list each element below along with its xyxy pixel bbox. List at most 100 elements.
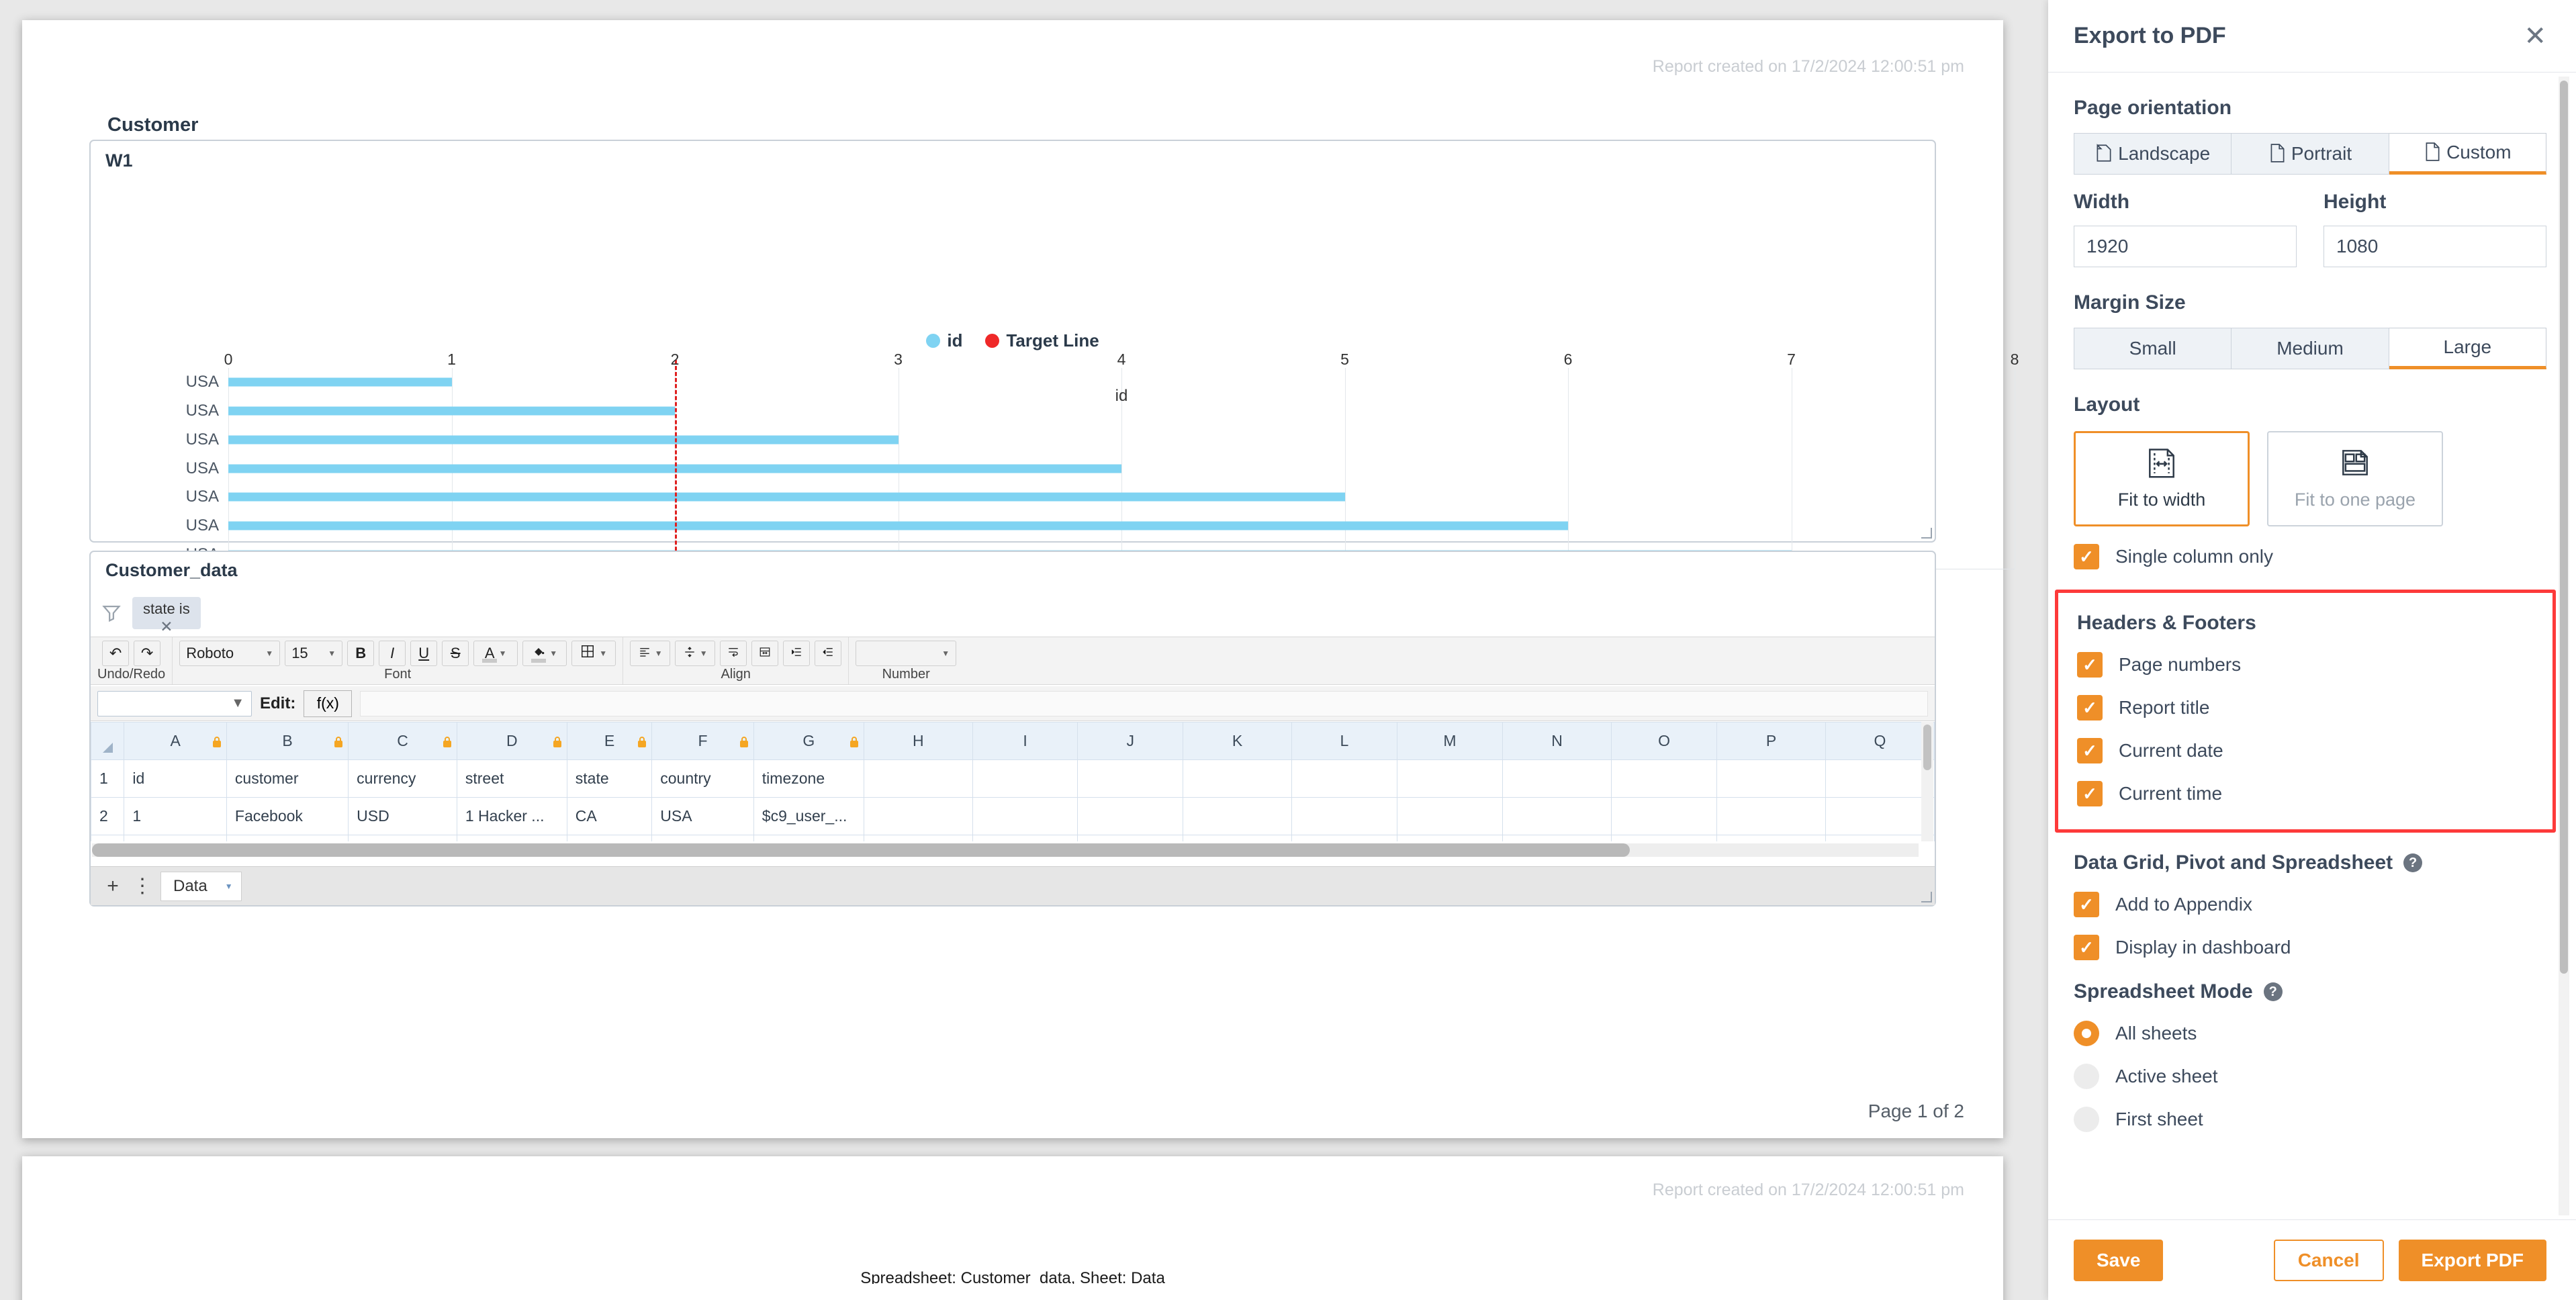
margin-option-small[interactable]: Small [2074,328,2232,369]
all-sheets-radio[interactable] [2074,1021,2099,1046]
grid-cell[interactable] [1291,835,1397,841]
spreadsheet-toolbar[interactable]: ↶ ↷ Undo/Redo Roboto ▼ 15 ▼ B I U S A ▼ … [91,637,1935,685]
grid-cell[interactable]: MN [566,835,653,841]
grid-cell[interactable]: CA [566,797,653,835]
spreadsheet-grid[interactable]: A B C D E F G H I J K L M N O P Q 1 id customer currency stre… [91,722,1935,841]
redo-button[interactable]: ↷ [134,641,161,666]
grid-vertical-scroll-thumb[interactable] [1923,725,1931,770]
spreadsheet-widget[interactable]: Customer_data state is ✕ ↶ ↷ Undo/Redo R… [89,551,1936,907]
vertical-align-button[interactable]: ▼ [675,641,716,666]
help-icon[interactable]: ? [2403,853,2423,872]
grid-cell[interactable] [1716,835,1826,841]
grid-cell[interactable] [1183,797,1292,835]
column-header-o[interactable]: O [1610,722,1718,760]
grid-cell[interactable]: Target [226,835,349,841]
page-orientation-segmented-control[interactable]: Landscape Portrait Custom [2074,133,2546,175]
grid-cell[interactable]: $c9_user_... [753,835,864,841]
grid-cell[interactable] [1291,797,1397,835]
grid-cell[interactable] [1825,835,1935,841]
strikethrough-button[interactable]: S [442,641,469,666]
header-footer-row-page-numbers[interactable]: ✓ Page numbers [2077,652,2534,678]
header-footer-row-report-title[interactable]: ✓ Report title [2077,695,2534,721]
grid-cell[interactable] [1396,797,1504,835]
data-grid-row-display-in-dashboard[interactable]: ✓ Display in dashboard [2074,935,2546,960]
grid-cell[interactable]: timezone [753,759,864,798]
grid-cell[interactable]: 1 [124,797,227,835]
borders-button[interactable]: ▼ [571,641,616,666]
column-header-e[interactable]: E [566,722,653,760]
grid-cell[interactable]: 2 [124,835,227,841]
chart-resize-handle[interactable] [1921,528,1932,539]
column-header-i[interactable]: I [972,722,1078,760]
grid-cell[interactable]: 1000 Nico... [456,835,567,841]
sheet-tab-bar[interactable]: + ⋮ Data ▼ [91,866,1935,905]
bold-button[interactable]: B [347,641,375,666]
column-header-m[interactable]: M [1396,722,1504,760]
grid-cell[interactable] [1077,759,1184,798]
column-header-k[interactable]: K [1183,722,1292,760]
column-header-n[interactable]: N [1502,722,1612,760]
fill-color-button[interactable]: ▼ [522,641,567,666]
font-size-select[interactable]: 15 ▼ [285,641,343,666]
sheet-menu-button[interactable]: ⋮ [131,874,154,898]
column-header-h[interactable]: H [863,722,973,760]
grid-cell[interactable] [1502,797,1612,835]
grid-cell[interactable]: USD [348,797,457,835]
column-header-q[interactable]: Q [1825,722,1935,760]
grid-cell[interactable]: state [566,759,653,798]
underline-button[interactable]: U [410,641,438,666]
grid-cell[interactable]: USA [651,797,754,835]
grid-cell[interactable] [1077,797,1184,835]
row-header[interactable]: 2 [91,797,125,835]
grid-cell[interactable] [1183,835,1292,841]
orientation-option-landscape[interactable]: Landscape [2074,133,2232,175]
width-input[interactable]: 1920 [2074,226,2297,267]
single-column-only-checkbox[interactable]: ✓ [2074,544,2099,569]
grid-cell[interactable] [1716,759,1826,798]
page-numbers-checkbox[interactable]: ✓ [2077,652,2103,678]
grid-cell[interactable] [1183,759,1292,798]
italic-button[interactable]: I [379,641,406,666]
formula-input[interactable] [360,690,1928,716]
single-column-only-row[interactable]: ✓ Single column only [2074,544,2546,569]
report-title-checkbox[interactable]: ✓ [2077,695,2103,721]
grid-cell[interactable] [1610,835,1718,841]
help-icon[interactable]: ? [2263,982,2283,1001]
column-header-p[interactable]: P [1716,722,1826,760]
grid-horizontal-scrollbar[interactable] [92,843,1919,857]
grid-cell[interactable] [863,759,973,798]
column-header-a[interactable]: A [124,722,227,760]
cell-name-box[interactable]: ▼ [97,690,252,716]
column-header-j[interactable]: J [1077,722,1184,760]
spreadsheet-resize-handle[interactable] [1921,892,1932,902]
merge-cells-button[interactable] [751,641,779,666]
spreadsheet-table[interactable]: A B C D E F G H I J K L M N O P Q 1 id customer currency stre… [91,722,1935,841]
spreadsheet-mode-row-active-sheet[interactable]: Active sheet [2074,1064,2546,1089]
grid-cell[interactable] [1502,759,1612,798]
grid-cell[interactable]: customer [226,759,349,798]
grid-vertical-scrollbar[interactable] [1921,722,1933,841]
grid-cell[interactable] [1610,797,1718,835]
layout-option-fit-to-width[interactable]: Fit to width [2074,431,2250,526]
filter-chip-state[interactable]: state is ✕ [132,597,201,635]
header-footer-row-current-date[interactable]: ✓ Current date [2077,738,2534,763]
export-pdf-button[interactable]: Export PDF [2398,1239,2546,1281]
chevron-down-icon[interactable]: ▼ [225,882,233,891]
current-date-checkbox[interactable]: ✓ [2077,738,2103,763]
font-family-select[interactable]: Roboto ▼ [179,641,281,666]
spreadsheet-mode-row-all-sheets[interactable]: All sheets [2074,1021,2546,1046]
select-all-corner[interactable] [91,722,125,760]
grid-cell[interactable] [1716,797,1826,835]
display-in-dashboard-checkbox[interactable]: ✓ [2074,935,2099,960]
formula-bar[interactable]: ▼ Edit: f(x) [91,686,1935,721]
table-row[interactable]: 1 id customer currency street state country tim… [91,759,1935,798]
grid-cell[interactable] [972,835,1078,841]
undo-button[interactable]: ↶ [102,641,130,666]
grid-cell[interactable] [1396,835,1504,841]
header-footer-row-current-time[interactable]: ✓ Current time [2077,781,2534,806]
grid-cell[interactable] [1825,797,1935,835]
increase-indent-button[interactable] [783,641,811,666]
height-input[interactable]: 1080 [2324,226,2546,267]
grid-cell[interactable]: street [456,759,567,798]
wrap-text-button[interactable] [720,641,747,666]
